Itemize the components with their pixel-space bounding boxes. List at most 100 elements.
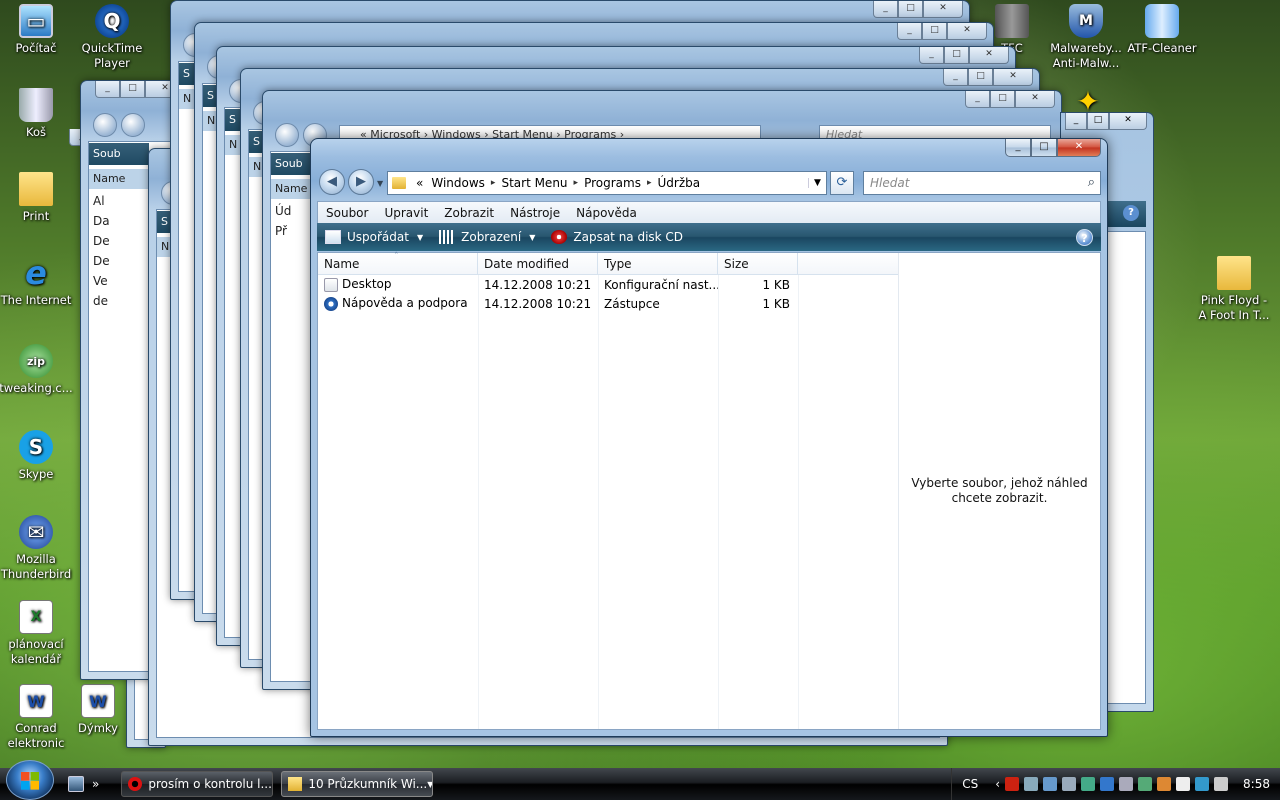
maximize-icon[interactable]: □ (968, 69, 993, 86)
taskbar-button[interactable]: prosím o kontrolu l... (121, 771, 274, 797)
taskbar-button-label: prosím o kontrolu l... (148, 777, 272, 791)
tool-tray-icon[interactable] (1062, 777, 1077, 791)
minimize-icon[interactable]: _ (943, 69, 968, 86)
address-bar[interactable]: « Windows ▸ Start Menu ▸ Programs ▸ Údržba ▼ (387, 171, 827, 195)
recent-pages-dropdown[interactable]: ▼ (377, 179, 383, 188)
bluetooth-tray-icon[interactable] (1100, 777, 1115, 791)
clock[interactable]: 8:58 (1243, 777, 1270, 791)
breadcrumb-segment[interactable]: Start Menu (497, 176, 571, 190)
close-icon[interactable]: ✕ (993, 69, 1033, 86)
maximize-icon[interactable]: □ (1087, 113, 1109, 130)
organize-label: Uspořádat (347, 230, 409, 244)
list-item: de (93, 294, 108, 308)
search-placeholder: Hledat (870, 176, 910, 190)
app-tray-icon[interactable] (1081, 777, 1096, 791)
refresh-button[interactable]: ⟳ (830, 171, 854, 195)
back-button[interactable]: ◀ (319, 169, 345, 195)
column-header[interactable]: Type (598, 253, 718, 275)
explorer-window[interactable]: _ □ ✕ ◀ ▶ ▼ « Windows ▸ Start Menu ▸ Program… (310, 138, 1108, 737)
network-tray-icon[interactable] (1024, 777, 1039, 791)
burn-button[interactable]: Zapsat na disk CD (543, 230, 691, 244)
breadcrumb-separator-icon[interactable]: ▸ (489, 178, 498, 188)
app-tray-icon[interactable] (1119, 777, 1134, 791)
caption-buttons: _□✕ (897, 23, 987, 40)
address-dropdown[interactable]: ▼ (808, 178, 826, 188)
organize-button[interactable]: Uspořádat ▼ (317, 230, 431, 244)
quick-launch-more[interactable]: » (92, 777, 99, 791)
close-icon[interactable]: ✕ (1109, 113, 1147, 130)
taskbar: » prosím o kontrolu l... 10 Průzkumník Wi… (0, 760, 1280, 800)
taskbar-button[interactable]: 10 Průzkumník Wi... ▼ (281, 771, 434, 797)
close-button[interactable]: ✕ (1057, 139, 1101, 157)
power-tray-icon[interactable] (1176, 777, 1191, 791)
close-icon[interactable]: ✕ (969, 47, 1009, 64)
list-item: Da (93, 214, 110, 228)
minimize-button[interactable]: _ (1005, 139, 1031, 157)
minimize-icon[interactable]: _ (1065, 113, 1087, 130)
forward-button[interactable] (121, 113, 145, 137)
views-label: Zobrazení (461, 230, 522, 244)
start-button[interactable] (6, 760, 54, 800)
close-icon[interactable]: ✕ (923, 1, 963, 18)
search-input[interactable]: Hledat ⌕ (863, 171, 1101, 195)
file-row[interactable]: Desktop 14.12.2008 10:21 Konfigurační nast… (318, 275, 898, 294)
monitor-tray-icon[interactable] (1043, 777, 1058, 791)
search-icon[interactable]: ⌕ (1088, 172, 1095, 194)
minimize-icon[interactable]: _ (897, 23, 922, 40)
close-icon[interactable]: ✕ (947, 23, 987, 40)
column-header[interactable]: Size (718, 253, 798, 275)
folder-icon (288, 777, 303, 791)
maximize-icon[interactable]: □ (120, 81, 145, 98)
column-header[interactable]: Name ˆ (318, 252, 478, 275)
ini-file-icon (324, 277, 338, 292)
acrobat-tray-icon[interactable] (1005, 777, 1020, 791)
folder-icon (392, 177, 406, 189)
menu-item[interactable]: Soubor (318, 206, 376, 220)
forward-button[interactable]: ▶ (348, 169, 374, 195)
back-button[interactable] (93, 113, 117, 137)
menu-item[interactable]: Nápověda (568, 206, 645, 220)
breadcrumb-separator-icon[interactable]: ▸ (572, 178, 581, 188)
breadcrumb-segment[interactable]: Údržba (653, 176, 704, 190)
menu-item[interactable]: Zobrazit (436, 206, 502, 220)
list-item: De (93, 254, 110, 268)
minimize-icon[interactable]: _ (919, 47, 944, 64)
column-header[interactable]: Date modified (478, 253, 598, 275)
file-name: Desktop (342, 277, 392, 292)
maximize-icon[interactable]: □ (922, 23, 947, 40)
chevron-down-icon: ▼ (529, 232, 536, 242)
menu-item[interactable]: Upravit (376, 206, 436, 220)
network-tray-icon[interactable] (1195, 777, 1210, 791)
breadcrumb-separator-icon[interactable]: ▸ (645, 178, 654, 188)
back-button[interactable] (275, 123, 299, 147)
help-icon[interactable]: ? (1123, 205, 1139, 221)
minimize-icon[interactable]: _ (965, 91, 990, 108)
maximize-icon[interactable]: □ (944, 47, 969, 64)
breadcrumb-overflow[interactable]: « (412, 176, 427, 190)
close-icon[interactable]: ✕ (1015, 91, 1055, 108)
maximize-icon[interactable]: □ (898, 1, 923, 18)
app-tray-icon[interactable] (1157, 777, 1172, 791)
file-row[interactable]: Nápověda a podpora 14.12.2008 10:21 Zástup… (318, 294, 898, 313)
breadcrumb-segment[interactable]: Windows (427, 176, 489, 190)
views-icon (439, 230, 456, 244)
maximize-button[interactable]: □ (1031, 139, 1057, 157)
tray-expand-icon[interactable]: ‹ (995, 777, 1000, 791)
views-button[interactable]: Zobrazení ▼ (431, 230, 543, 244)
file-size: 1 KB (762, 296, 790, 311)
list-item: Ve (93, 274, 108, 288)
caption-buttons: _ □ ✕ (1005, 139, 1101, 157)
menu-item[interactable]: Nástroje (502, 206, 568, 220)
minimize-icon[interactable]: _ (873, 1, 898, 18)
app-tray-icon[interactable] (1138, 777, 1153, 791)
language-indicator[interactable]: CS (962, 777, 978, 791)
breadcrumb-segment[interactable]: Programs (580, 176, 645, 190)
volume-icon[interactable] (1214, 777, 1229, 791)
help-button[interactable]: ? (1076, 228, 1093, 246)
file-list[interactable]: Name ˆ Date modified Type Size Desktop 14.12.… (318, 252, 898, 729)
minimize-icon[interactable]: _ (95, 81, 120, 98)
maximize-icon[interactable]: □ (990, 91, 1015, 108)
column-divider (478, 275, 479, 729)
burn-label: Zapsat na disk CD (573, 230, 684, 244)
show-desktop-icon[interactable] (68, 776, 84, 792)
